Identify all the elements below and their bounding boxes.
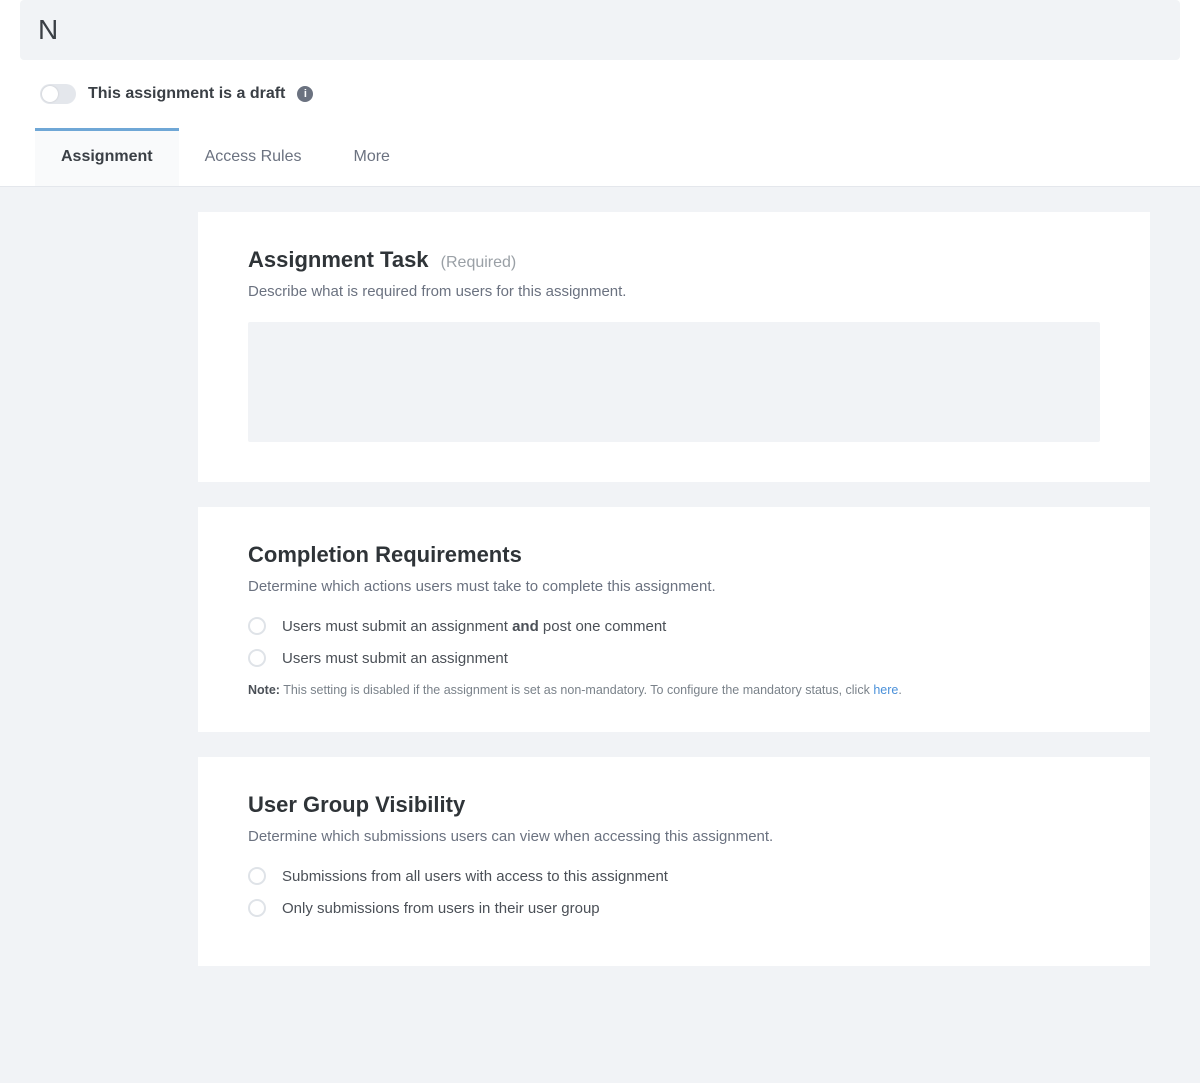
draft-toggle[interactable] <box>40 84 76 104</box>
radio-icon <box>248 617 266 635</box>
tab-access-rules[interactable]: Access Rules <box>179 128 328 186</box>
title-input[interactable] <box>38 14 1162 46</box>
text: Users must submit an assignment <box>282 650 508 667</box>
info-icon[interactable]: i <box>297 86 313 102</box>
note-label: Note: <box>248 683 280 697</box>
tab-assignment[interactable]: Assignment <box>35 128 179 186</box>
note-link[interactable]: here <box>873 683 898 697</box>
text-strong: and <box>512 618 539 635</box>
completion-option-1[interactable]: Users must submit an assignment and post… <box>248 617 1100 635</box>
visibility-option-1[interactable]: Submissions from all users with access t… <box>248 867 1100 885</box>
visibility-option-1-label: Submissions from all users with access t… <box>282 868 668 885</box>
assignment-task-title: Assignment Task <box>248 247 429 272</box>
completion-option-2-label: Users must submit an assignment <box>282 650 508 667</box>
required-tag: (Required) <box>441 254 517 271</box>
completion-desc: Determine which actions users must take … <box>248 578 1100 595</box>
title-bar <box>20 0 1180 60</box>
assignment-task-textarea[interactable] <box>248 322 1100 442</box>
user-group-visibility-card: User Group Visibility Determine which su… <box>198 757 1150 966</box>
card-title: Assignment Task (Required) <box>248 247 1100 273</box>
visibility-option-2-label: Only submissions from users in their use… <box>282 900 600 917</box>
completion-title: Completion Requirements <box>248 542 1100 568</box>
completion-option-2[interactable]: Users must submit an assignment <box>248 649 1100 667</box>
note-text: This setting is disabled if the assignme… <box>280 683 873 697</box>
visibility-title: User Group Visibility <box>248 792 1100 818</box>
completion-option-1-label: Users must submit an assignment and post… <box>282 618 666 635</box>
completion-note: Note: This setting is disabled if the as… <box>248 683 1100 697</box>
visibility-option-2[interactable]: Only submissions from users in their use… <box>248 899 1100 917</box>
assignment-task-desc: Describe what is required from users for… <box>248 283 1100 300</box>
completion-requirements-card: Completion Requirements Determine which … <box>198 507 1150 732</box>
draft-toggle-label: This assignment is a draft <box>88 85 285 103</box>
visibility-desc: Determine which submissions users can vi… <box>248 828 1100 845</box>
radio-icon <box>248 899 266 917</box>
toggle-knob <box>42 86 58 102</box>
draft-row: This assignment is a draft i <box>0 60 1200 128</box>
assignment-task-card: Assignment Task (Required) Describe what… <box>198 212 1150 482</box>
radio-icon <box>248 649 266 667</box>
text: post one comment <box>539 618 667 635</box>
radio-icon <box>248 867 266 885</box>
content-area: Assignment Task (Required) Describe what… <box>0 187 1200 1083</box>
text: Users must submit an assignment <box>282 618 512 635</box>
tab-more[interactable]: More <box>328 128 416 186</box>
tabs: Assignment Access Rules More <box>0 128 1200 187</box>
